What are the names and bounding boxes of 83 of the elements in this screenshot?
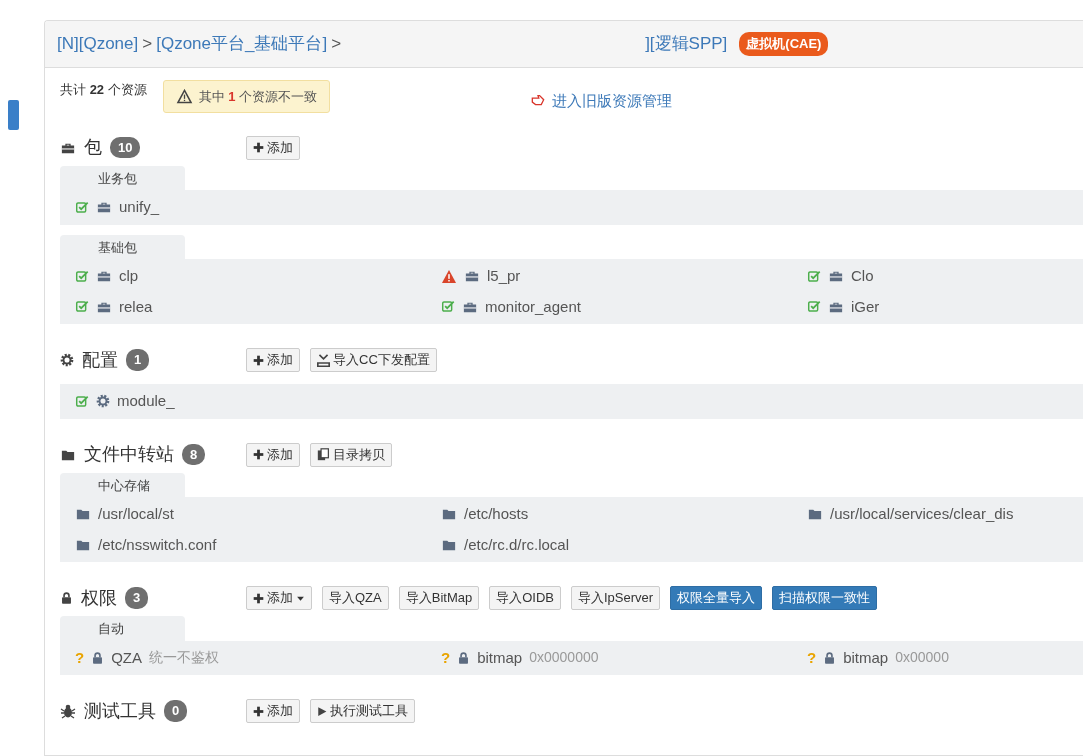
count-badge: 0 [164,700,188,722]
resource-name[interactable]: /usr/local/st [98,503,174,526]
section-title: 权限 [81,586,117,610]
lock-icon [457,650,471,665]
resource-detail: 0x0000000 [529,648,599,668]
resource-name[interactable]: clp [119,265,139,288]
gear-icon [60,353,74,367]
toolbar-button[interactable]: 添加 [246,442,300,467]
folder-icon [441,507,457,522]
toolbar-button[interactable]: 导入OIDB [489,586,561,610]
alert-text: 其中 1 个资源不一致 [198,87,318,106]
toolbar-button[interactable]: 导入BitMap [398,586,480,610]
resource-name[interactable]: relea [119,295,153,318]
gear-icon [96,394,110,409]
breadcrumb-link[interactable]: ][逻辑SPP] [645,31,728,57]
lock-icon [60,591,73,605]
resource-name[interactable]: unify_ [119,196,160,219]
count-badge: 10 [110,136,141,159]
resource-name[interactable]: /etc/rc.d/rc.local [464,533,570,556]
resource-name[interactable]: bitmap [843,646,889,669]
folder-icon [75,507,91,522]
section-title: 文件中转站 [84,443,174,466]
group-tab[interactable]: 中心存储 [60,472,185,497]
resource-name[interactable]: bitmap [477,646,523,669]
resource-name[interactable]: monitor_agent [485,295,581,318]
resource-name[interactable]: l5_pr [487,265,521,288]
resource-name[interactable]: /etc/hosts [464,503,529,526]
plus-icon [253,142,264,153]
briefcase-icon [828,269,844,284]
toolbar-button[interactable]: 添加 [246,135,300,160]
warning-icon [175,88,193,104]
toolbar-button[interactable]: 执行测试工具 [310,699,415,723]
unknown-status-mark: ? [807,647,817,668]
breadcrumb-separator: > [142,33,153,55]
toolbar-button[interactable]: 添加 [246,586,312,610]
toolbar-button[interactable]: 权限全量导入 [670,586,763,610]
toolbar-button[interactable]: 导入IpServer [571,586,661,610]
plus-icon [253,354,264,366]
resource-name[interactable]: /etc/nsswitch.conf [98,533,217,556]
plus-icon [253,592,264,604]
bug-icon [60,703,76,719]
unknown-status-mark: ? [75,647,85,668]
download-icon [317,353,330,367]
side-tab[interactable] [8,100,19,130]
toolbar-button[interactable]: 添加 [246,699,300,723]
breadcrumb-link[interactable]: [Qzone平台_基础平台] [156,31,328,57]
toolbar-button[interactable]: 添加 [246,348,300,372]
folder-icon [807,507,823,522]
resource-detail: 统一不鉴权 [149,648,219,668]
count-badge: 3 [125,587,149,609]
resource-name[interactable]: /usr/local/services/clear_dis [830,503,1014,526]
briefcase-icon [96,269,112,284]
toolbar-button[interactable]: 扫描权限一致性 [772,586,878,610]
copy-icon [317,448,330,461]
group-tab[interactable]: 自动 [60,616,185,641]
lock-icon [823,650,837,665]
count-badge: 8 [182,443,206,466]
group-tab[interactable]: 业务包 [60,165,185,190]
group-tab[interactable]: 基础包 [60,234,185,259]
unknown-status-mark: ? [441,647,451,668]
toolbar-button[interactable]: 导入QZA [322,586,389,610]
breadcrumb-link[interactable]: [N][Qzone] [57,31,139,57]
section-title: 配置 [82,348,118,372]
resource-name[interactable]: Clo [851,265,874,288]
breadcrumb-separator: > [331,33,342,55]
old-resource-link[interactable]: 进入旧版资源管理 [530,89,673,112]
count-badge: 1 [126,349,150,371]
section-title: 测试工具 [84,699,156,723]
section-title: 包 [84,136,102,159]
resource-name[interactable]: module_ [117,390,175,413]
toolbar-button[interactable]: 目录拷贝 [310,442,392,467]
resource-detail: 0x00000 [895,648,949,668]
resource-name[interactable]: QZA [111,646,142,669]
briefcase-icon [464,269,480,284]
plus-icon [253,449,264,460]
lock-icon [91,650,105,665]
plus-icon [253,705,264,717]
play-icon [317,705,327,717]
toolbar-button[interactable]: 导入CC下发配置 [310,348,437,372]
resource-name[interactable]: iGer [851,295,880,318]
briefcase-icon [96,200,112,215]
resource-total: 共计 22 个资源 [60,80,147,99]
platform-badge: 虚拟机(CAE) [739,32,829,56]
